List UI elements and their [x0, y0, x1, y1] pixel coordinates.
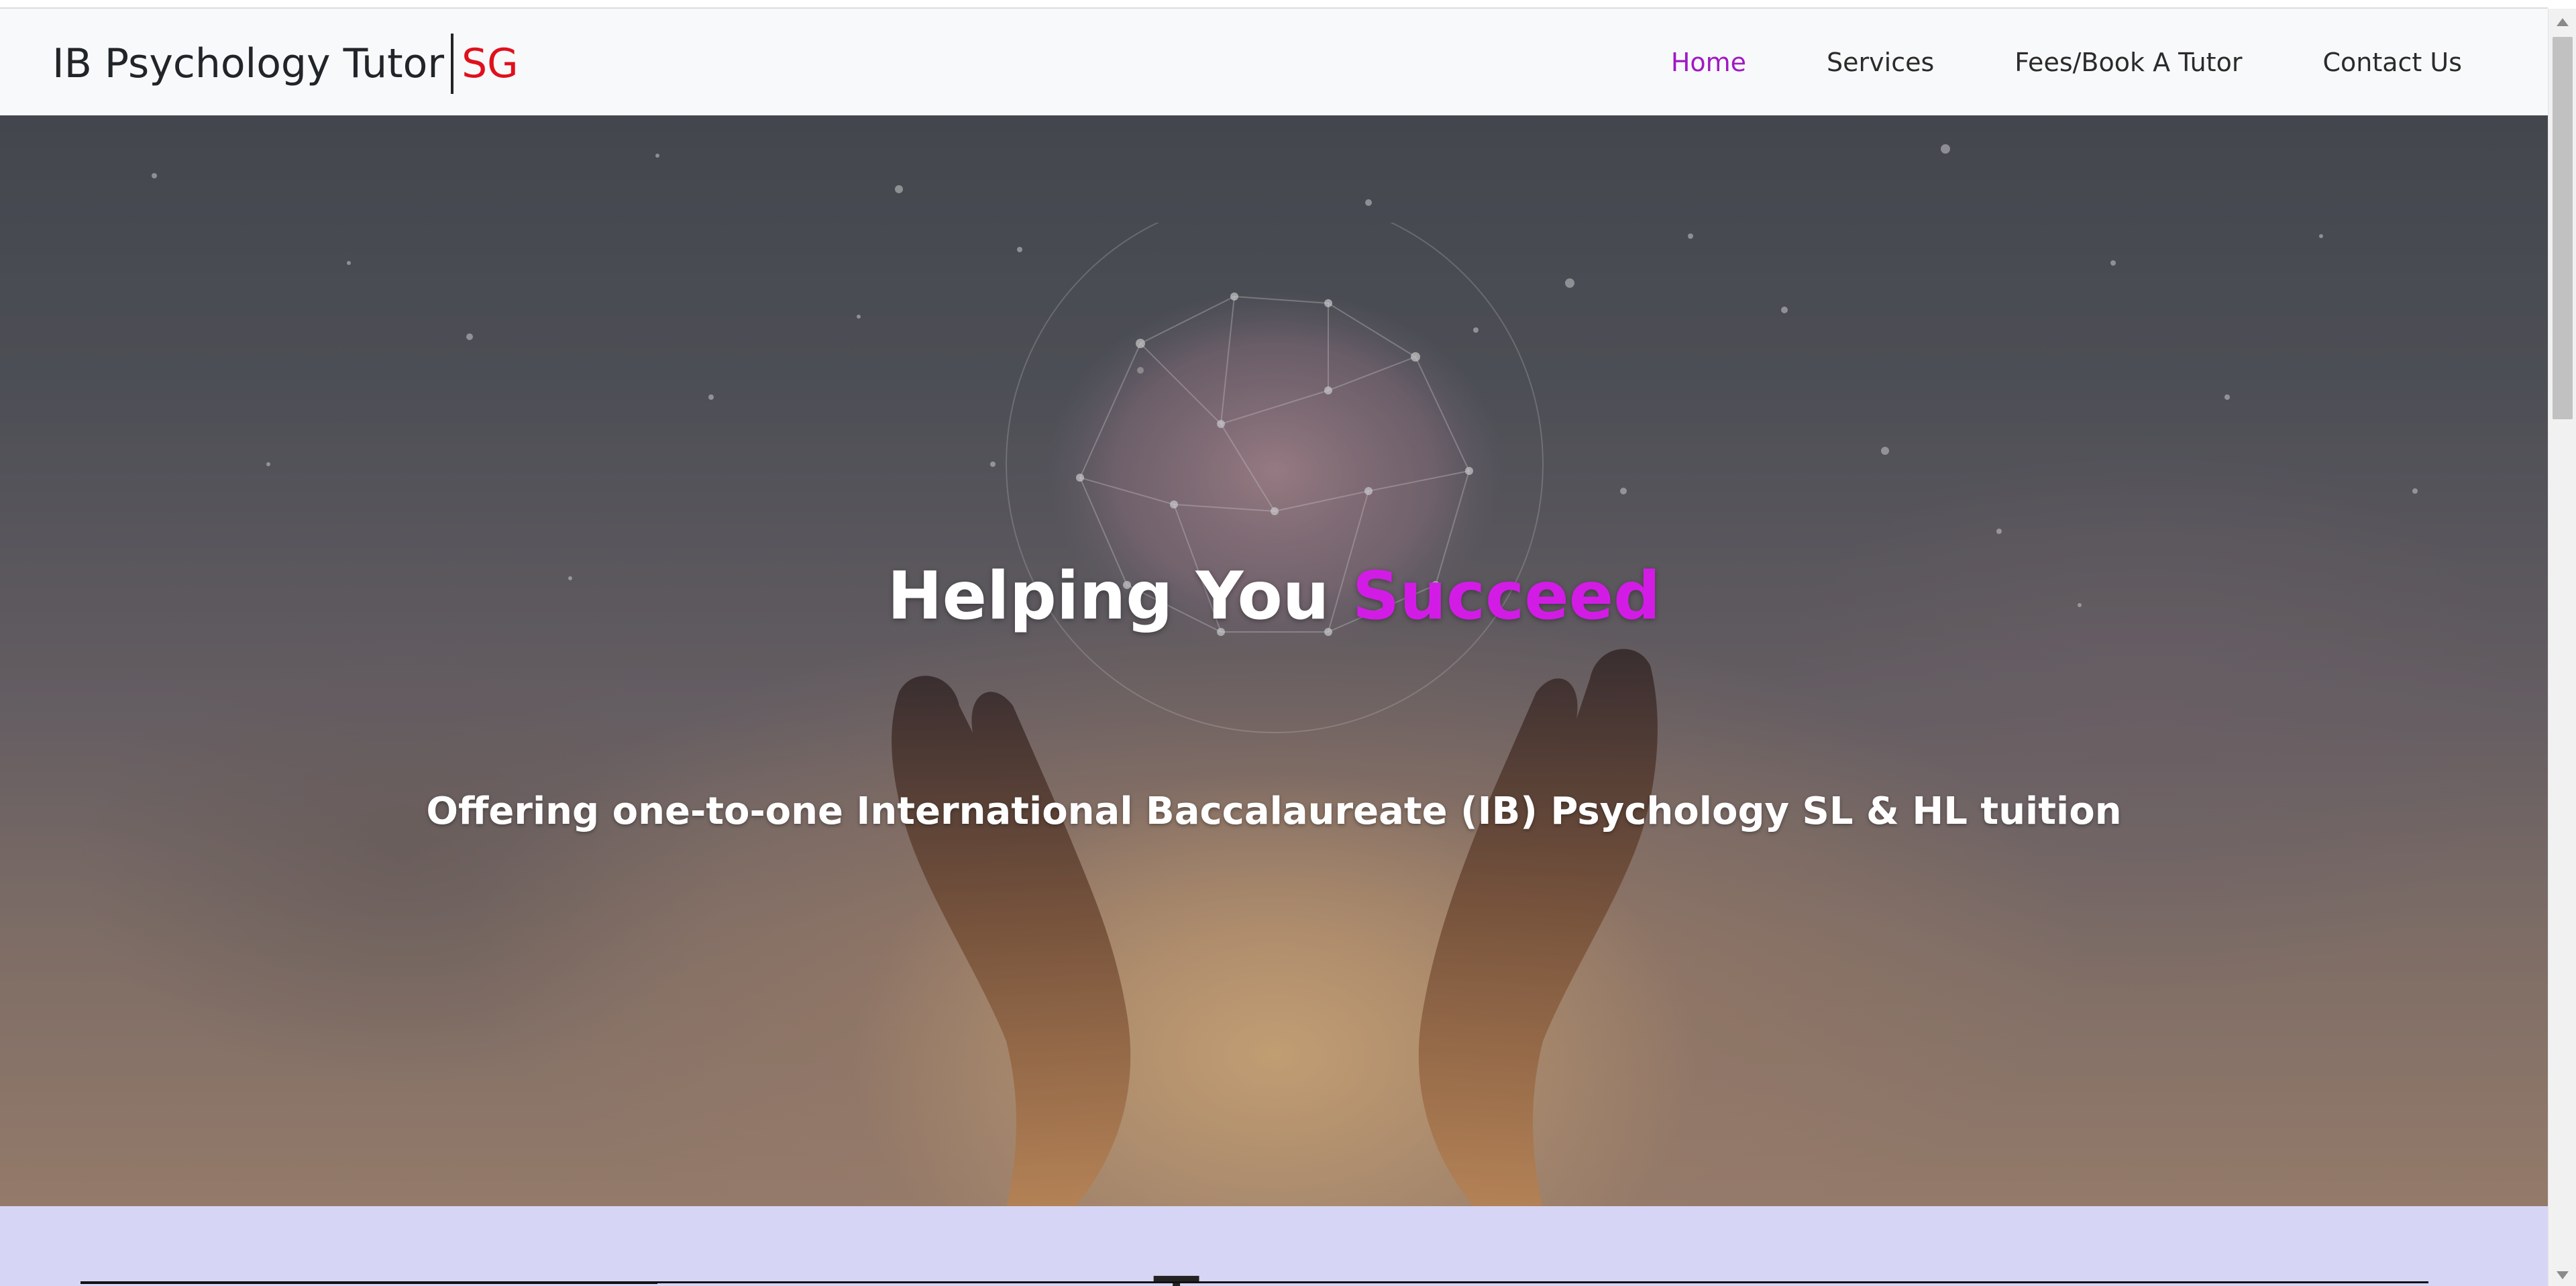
nav-item-services[interactable]: Services [1786, 48, 1974, 77]
nav-item-contact-us[interactable]: Contact Us [2282, 48, 2462, 77]
nav-item-fees-book-a-tutor[interactable]: Fees/Book A Tutor [1974, 48, 2282, 77]
section-underline-left [80, 1281, 657, 1284]
nav-links: Home Services Fees/Book A Tutor Contact … [1631, 9, 2462, 115]
hero-overlay [0, 115, 2548, 1206]
scroll-down-arrow-icon[interactable] [2557, 1271, 2569, 1279]
page: IB Psychology Tutor SG Home Services Fee… [0, 0, 2548, 1286]
hero-title-text: Helping You [887, 558, 1330, 635]
hero-subtitle: Offering one-to-one International Baccal… [426, 790, 2122, 833]
vertical-scrollbar[interactable] [2548, 9, 2576, 1286]
nav-item-home[interactable]: Home [1631, 48, 1786, 77]
hero-section: Helping You Succeed Offering one-to-one … [0, 115, 2548, 1206]
section-underline-right [657, 1281, 2428, 1283]
scroll-up-arrow-icon[interactable] [2557, 18, 2569, 26]
brand-name: IB Psychology Tutor [52, 40, 445, 87]
window-top-border [0, 0, 2548, 9]
navbar: IB Psychology Tutor SG Home Services Fee… [0, 9, 2548, 115]
brand-accent: SG [462, 40, 519, 87]
tuition-section: T [0, 1206, 2548, 1286]
hero-title: Helping You Succeed [0, 558, 2548, 635]
hero-title-accent: Succeed [1352, 558, 1661, 635]
brand-divider [451, 34, 454, 94]
scroll-thumb[interactable] [2553, 37, 2573, 419]
brand-logo[interactable]: IB Psychology Tutor SG [52, 32, 519, 96]
